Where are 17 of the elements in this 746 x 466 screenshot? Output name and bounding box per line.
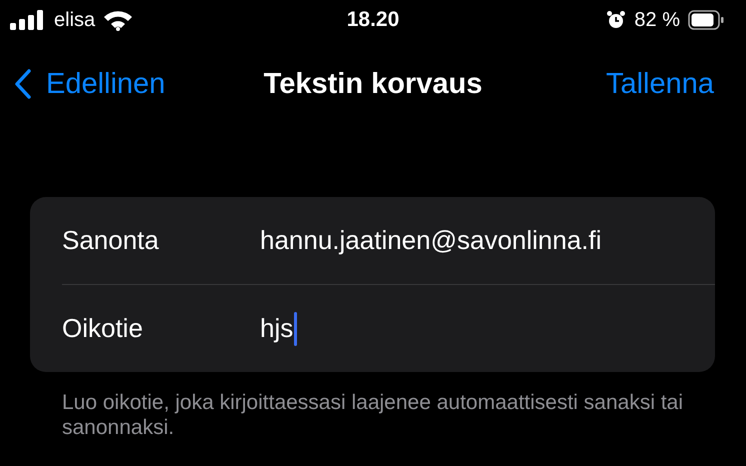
carrier-name: elisa <box>54 8 96 32</box>
back-button[interactable]: Edellinen <box>14 68 166 100</box>
wifi-icon <box>103 9 134 31</box>
field-label: Sanonta <box>62 225 160 256</box>
footer-hint: Luo oikotie, joka kirjoittaessasi laajenee automaattisesti sanaksi tai sanonnaksi. <box>62 390 684 440</box>
screen-title: Tekstin korvaus <box>264 68 482 100</box>
text-field[interactable]: hannu.jaatinen@savonlinna.fi <box>260 220 602 260</box>
field-label: Oikotie <box>62 313 144 344</box>
clock-time: 18.20 <box>346 8 400 32</box>
battery-icon <box>688 10 724 30</box>
battery-percentage: 82 % <box>634 8 680 32</box>
alarm-clock-icon <box>606 10 626 30</box>
chevron-left-icon <box>14 69 32 99</box>
save-button[interactable]: Tallenna <box>606 68 714 100</box>
signal-icon <box>10 10 46 30</box>
text-cursor <box>294 312 298 346</box>
text-field[interactable]: hjs <box>260 308 298 348</box>
